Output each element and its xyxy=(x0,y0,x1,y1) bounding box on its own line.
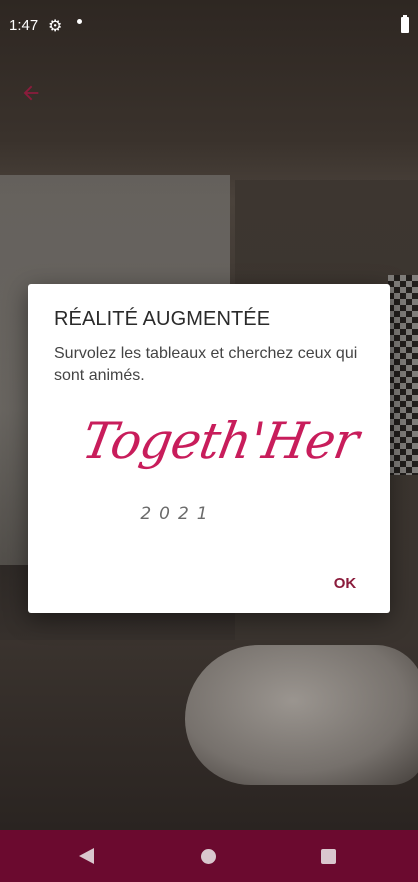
status-bar: 1:47 ⚙ xyxy=(0,0,418,52)
camera-checkered-painting xyxy=(388,275,418,475)
logo-year: 2021 xyxy=(140,504,216,524)
status-time: 1:47 xyxy=(9,17,39,34)
dialog-title: RÉALITÉ AUGMENTÉE xyxy=(54,308,271,330)
gear-icon: ⚙ xyxy=(48,18,63,35)
ar-info-dialog: RÉALITÉ AUGMENTÉE Survolez les tableaux … xyxy=(28,284,390,613)
notification-dot-icon xyxy=(77,19,82,24)
nav-recents-square-icon[interactable] xyxy=(321,849,336,864)
back-arrow-icon[interactable] xyxy=(16,82,46,112)
battery-icon xyxy=(401,15,409,33)
system-nav-bar xyxy=(0,830,418,882)
nav-back-triangle-icon[interactable] xyxy=(79,848,94,864)
nav-home-circle-icon[interactable] xyxy=(201,849,216,864)
logo-script-text: Togeth'Her xyxy=(77,412,363,470)
back-arrow-svg xyxy=(23,85,39,101)
togethher-logo: Togeth'Her 2021 xyxy=(78,412,363,532)
camera-pillow-object xyxy=(185,645,418,785)
dialog-message: Survolez les tableaux et cherchez ceux q… xyxy=(54,345,358,384)
ok-button[interactable]: OK xyxy=(324,568,366,600)
